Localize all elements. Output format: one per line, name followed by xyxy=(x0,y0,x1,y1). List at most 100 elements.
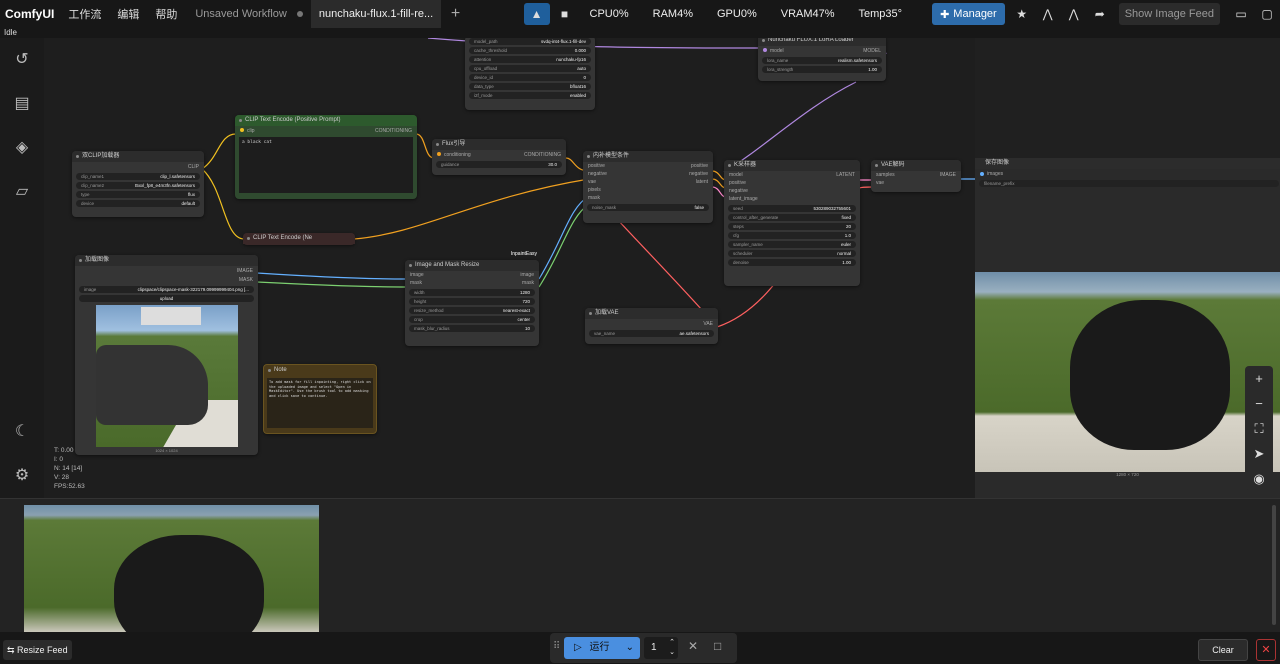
widget-height[interactable]: height 720 xyxy=(409,298,535,305)
bookmark-icon[interactable]: ■ xyxy=(552,3,578,25)
theme-moon-icon[interactable]: ☾ xyxy=(12,422,32,442)
widget-device[interactable]: device default xyxy=(76,200,200,207)
input-clip[interactable]: clip xyxy=(247,128,255,134)
widget-seed[interactable]: seed 530289032755601 xyxy=(728,205,856,212)
widget-denoise[interactable]: denoise 1.00 xyxy=(728,259,856,266)
output-positive[interactable]: positive xyxy=(691,163,708,169)
widget-mask-blur-radius[interactable]: mask_blur_radius 10 xyxy=(409,325,535,332)
widget-cache-threshold[interactable]: cache_threshold 0.000 xyxy=(469,47,591,54)
input-model[interactable]: model xyxy=(729,172,743,178)
output-model[interactable]: MODEL xyxy=(863,48,881,54)
widget-control-after-generate[interactable]: control_after_generate fixed xyxy=(728,214,856,221)
input-model[interactable]: model xyxy=(770,48,784,54)
menu-help[interactable]: 帮助 xyxy=(147,6,185,22)
input-positive[interactable]: positive xyxy=(588,163,605,169)
widget-steps[interactable]: steps 20 xyxy=(728,223,856,230)
zoom-out-icon[interactable]: − xyxy=(1245,391,1273,416)
input-negative[interactable]: negative xyxy=(729,188,748,194)
queue-icon[interactable]: ▲ xyxy=(523,3,550,25)
output-mask[interactable]: mask xyxy=(522,280,534,286)
inpaint-model-conditioning-node[interactable]: 内补模型条件 positive positive negative negative… xyxy=(583,151,713,223)
widget-noise-mask[interactable]: noise_mask false xyxy=(587,204,709,211)
input-positive[interactable]: positive xyxy=(729,180,746,186)
clip-text-encode-negative-node[interactable]: CLIP Text Encode (Ne xyxy=(243,233,355,245)
widget-attention[interactable]: attention nunchaku-fp16 xyxy=(469,56,591,63)
layout-icon[interactable]: ▭ xyxy=(1228,3,1254,25)
note-text[interactable]: To add mask for fill inpainting, right c… xyxy=(267,378,373,428)
note-node[interactable]: Note To add mask for fill inpainting, ri… xyxy=(263,364,377,434)
resize-feed-button[interactable]: ⇆ Resize Feed xyxy=(3,640,72,660)
lora-loader-node[interactable]: Nunchaku FLUX.1 LoRA Loader model MODEL l… xyxy=(758,38,886,81)
widget-lora-strength[interactable]: lora_strength 1.00 xyxy=(762,66,882,73)
output-image[interactable]: IMAGE xyxy=(237,268,253,274)
tab-unsaved-workflow[interactable]: Unsaved Workflow xyxy=(187,0,311,28)
zoom-in-icon[interactable]: + xyxy=(1245,366,1273,391)
widget-clip-name2[interactable]: clip_name2 t5xxl_fp8_e4m3fn.safetensors xyxy=(76,182,200,189)
widget-type[interactable]: type flux xyxy=(76,191,200,198)
widget-image[interactable]: image clipspace/clipspace-mask-322179.099… xyxy=(79,286,254,293)
input-mask[interactable]: mask xyxy=(410,280,422,286)
drag-handle-icon[interactable]: ⠿ xyxy=(553,641,560,652)
ksampler-node[interactable]: K采样器 model LATENT positive negative laten… xyxy=(724,160,860,286)
share-icon[interactable]: ➦ xyxy=(1087,3,1113,25)
cancel-icon[interactable]: ✕ xyxy=(688,639,698,653)
input-latent-image[interactable]: latent_image xyxy=(729,196,758,202)
prompt-textarea[interactable]: a black cat xyxy=(239,137,413,193)
input-image[interactable]: image xyxy=(410,272,424,278)
clear-button[interactable]: Clear xyxy=(1198,639,1248,661)
eye-icon[interactable]: ◉ xyxy=(1245,466,1273,491)
input-vae[interactable]: vae xyxy=(588,179,596,185)
cube-icon[interactable]: ◈ xyxy=(12,138,32,158)
feed-scrollbar[interactable] xyxy=(1272,505,1276,625)
output-clip[interactable]: CLIP xyxy=(188,164,199,170)
new-tab-icon[interactable]: + xyxy=(441,5,470,23)
output-vae[interactable]: VAE xyxy=(703,321,713,327)
output-latent[interactable]: latent xyxy=(696,179,708,185)
input-pixels[interactable]: pixels xyxy=(588,187,601,193)
stop-icon[interactable]: □ xyxy=(714,639,721,653)
feed-image[interactable] xyxy=(24,505,319,633)
settings-gear-icon[interactable]: ⚙ xyxy=(12,466,32,486)
stepper-icon[interactable]: ⌃ ⌄ xyxy=(669,638,675,658)
fit-view-icon[interactable]: ⛶ xyxy=(1245,416,1273,441)
widget-data-type[interactable]: data_type bfloat16 xyxy=(469,83,591,90)
menu-edit[interactable]: 编辑 xyxy=(109,6,147,22)
widget-cpu-offload[interactable]: cpu_offload auto xyxy=(469,65,591,72)
run-dropdown-icon[interactable]: ⌄ xyxy=(626,637,634,659)
run-button[interactable]: ▷ 运行 ⌄ xyxy=(564,637,640,659)
input-samples[interactable]: samples xyxy=(876,172,895,178)
widget-scheduler[interactable]: scheduler normal xyxy=(728,250,856,257)
input-images[interactable]: images xyxy=(987,171,1003,177)
batch-count-input[interactable]: 1 ⌃ ⌄ xyxy=(644,637,678,659)
widget-filename-prefix[interactable]: filename_prefix xyxy=(979,180,1279,187)
input-mask[interactable]: mask xyxy=(588,195,600,201)
widget-width[interactable]: width 1280 xyxy=(409,289,535,296)
input-negative[interactable]: negative xyxy=(588,171,607,177)
output-image[interactable]: image xyxy=(520,272,534,278)
dual-clip-loader-node[interactable]: 双CLIP加载器 CLIP clip_name1 clip_l.safetenso… xyxy=(72,151,204,217)
mask-preview-image[interactable] xyxy=(95,305,238,447)
graph-canvas[interactable]: model_path svdq-int4-flux.1-fill-dev cach… xyxy=(44,38,975,498)
node-alt-icon[interactable]: ⋀ xyxy=(1061,3,1087,25)
widget-vae-name[interactable]: vae_name ae.safetensors xyxy=(589,330,714,337)
widget-sampler-name[interactable]: sampler_name euler xyxy=(728,241,856,248)
output-conditioning[interactable]: CONDITIONING xyxy=(524,152,561,158)
queue-list-icon[interactable]: ▤ xyxy=(12,94,32,114)
menu-workflow[interactable]: 工作流 xyxy=(60,6,109,22)
output-negative[interactable]: negative xyxy=(689,171,708,177)
image-mask-resize-node[interactable]: Image and Mask Resize InpaintEasy image i… xyxy=(405,251,539,346)
folder-icon[interactable]: ▱ xyxy=(12,182,32,202)
panel-icon[interactable]: ▢ xyxy=(1254,3,1280,25)
output-image[interactable]: IMAGE xyxy=(940,172,956,178)
widget-clip-name1[interactable]: clip_name1 clip_l.safetensors xyxy=(76,173,200,180)
star-icon[interactable]: ★ xyxy=(1009,3,1035,25)
widget-resize-method[interactable]: resize_method nearest-exact xyxy=(409,307,535,314)
output-latent[interactable]: LATENT xyxy=(836,172,855,178)
show-image-feed-button[interactable]: Show Image Feed xyxy=(1118,3,1220,25)
widget-cfg[interactable]: cfg 1.0 xyxy=(728,232,856,239)
widget-i2f-mode[interactable]: i2f_mode enabled xyxy=(469,92,591,99)
navigate-icon[interactable]: ➤ xyxy=(1245,441,1273,466)
vae-decode-node[interactable]: VAE解码 samples IMAGE vae xyxy=(871,160,961,192)
manager-button[interactable]: ✚ Manager xyxy=(932,3,1005,25)
upload-button[interactable]: upload xyxy=(79,295,254,302)
